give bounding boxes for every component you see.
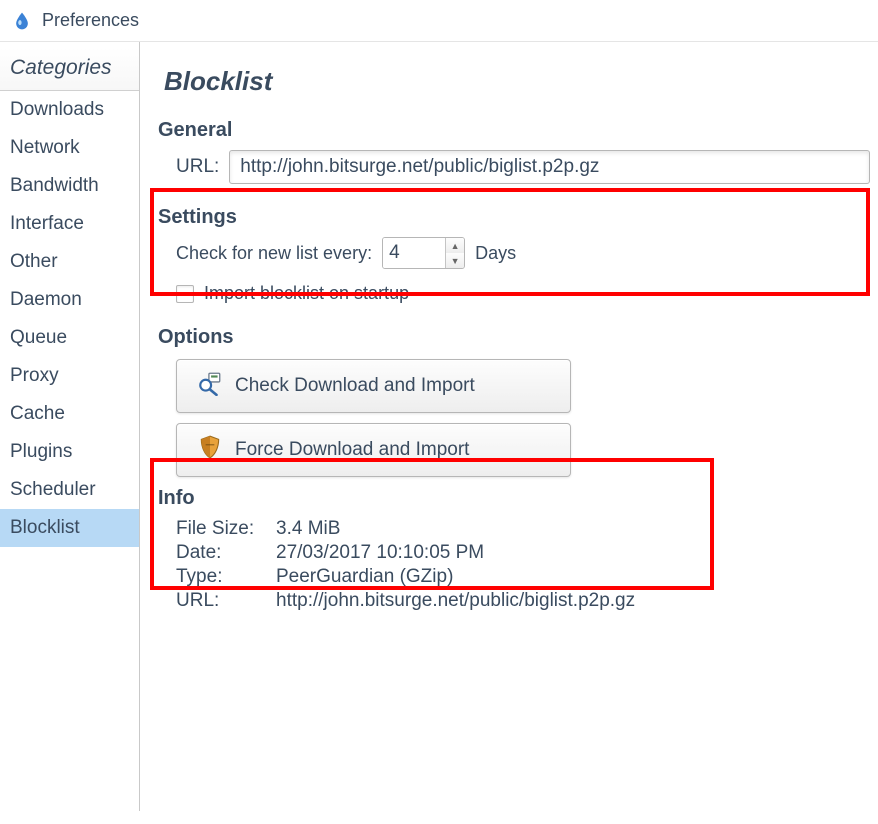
import-startup-checkbox[interactable] xyxy=(176,285,194,303)
sidebar-item-blocklist[interactable]: Blocklist xyxy=(0,509,139,547)
check-download-button[interactable]: Check Download and Import xyxy=(176,359,571,413)
app-icon xyxy=(12,11,32,31)
shield-icon xyxy=(197,434,223,466)
window-title: Preferences xyxy=(42,10,139,31)
check-download-label: Check Download and Import xyxy=(235,375,475,397)
sidebar-item-bandwidth[interactable]: Bandwidth xyxy=(0,167,139,205)
sidebar-item-cache[interactable]: Cache xyxy=(0,395,139,433)
sidebar-item-proxy[interactable]: Proxy xyxy=(0,357,139,395)
info-type-value: PeerGuardian (GZip) xyxy=(276,566,870,588)
main-panel: Blocklist General URL: Settings Check fo… xyxy=(140,42,878,811)
info-url-value: http://john.bitsurge.net/public/biglist.… xyxy=(276,590,870,612)
info-date-label: Date: xyxy=(176,542,276,564)
sidebar-item-interface[interactable]: Interface xyxy=(0,205,139,243)
titlebar: Preferences xyxy=(0,0,878,41)
info-url-label: URL: xyxy=(176,590,276,612)
import-startup-row: Import blocklist on startup xyxy=(158,283,870,304)
check-every-spinner[interactable]: ▲ ▼ xyxy=(382,237,465,269)
general-url-row: URL: xyxy=(158,150,870,184)
sidebar-item-downloads[interactable]: Downloads xyxy=(0,91,139,129)
force-download-label: Force Download and Import xyxy=(235,439,469,461)
section-general-title: General xyxy=(158,119,870,142)
import-startup-label: Import blocklist on startup xyxy=(204,283,409,304)
info-filesize-label: File Size: xyxy=(176,518,276,540)
sidebar: Categories Downloads Network Bandwidth I… xyxy=(0,42,140,811)
sidebar-header: Categories xyxy=(0,48,139,91)
check-every-row: Check for new list every: ▲ ▼ Days xyxy=(158,237,870,269)
page-title: Blocklist xyxy=(164,66,870,97)
url-label: URL: xyxy=(176,156,219,178)
force-download-button[interactable]: Force Download and Import xyxy=(176,423,571,477)
sidebar-item-plugins[interactable]: Plugins xyxy=(0,433,139,471)
info-grid: File Size: 3.4 MiB Date: 27/03/2017 10:1… xyxy=(158,518,870,612)
info-filesize-value: 3.4 MiB xyxy=(276,518,870,540)
sidebar-item-queue[interactable]: Queue xyxy=(0,319,139,357)
spinner-down-icon[interactable]: ▼ xyxy=(446,253,464,268)
info-type-label: Type: xyxy=(176,566,276,588)
magnifier-icon xyxy=(197,370,223,402)
info-date-value: 27/03/2017 10:10:05 PM xyxy=(276,542,870,564)
dialog-body: Categories Downloads Network Bandwidth I… xyxy=(0,41,878,811)
sidebar-item-network[interactable]: Network xyxy=(0,129,139,167)
url-input[interactable] xyxy=(229,150,870,184)
days-label: Days xyxy=(475,243,516,264)
section-info-title: Info xyxy=(158,487,870,510)
sidebar-item-daemon[interactable]: Daemon xyxy=(0,281,139,319)
check-every-label: Check for new list every: xyxy=(176,243,372,264)
sidebar-item-other[interactable]: Other xyxy=(0,243,139,281)
sidebar-item-scheduler[interactable]: Scheduler xyxy=(0,471,139,509)
section-options-title: Options xyxy=(158,326,870,349)
section-settings-title: Settings xyxy=(158,206,870,229)
spinner-up-icon[interactable]: ▲ xyxy=(446,238,464,253)
check-every-value[interactable] xyxy=(383,238,445,268)
